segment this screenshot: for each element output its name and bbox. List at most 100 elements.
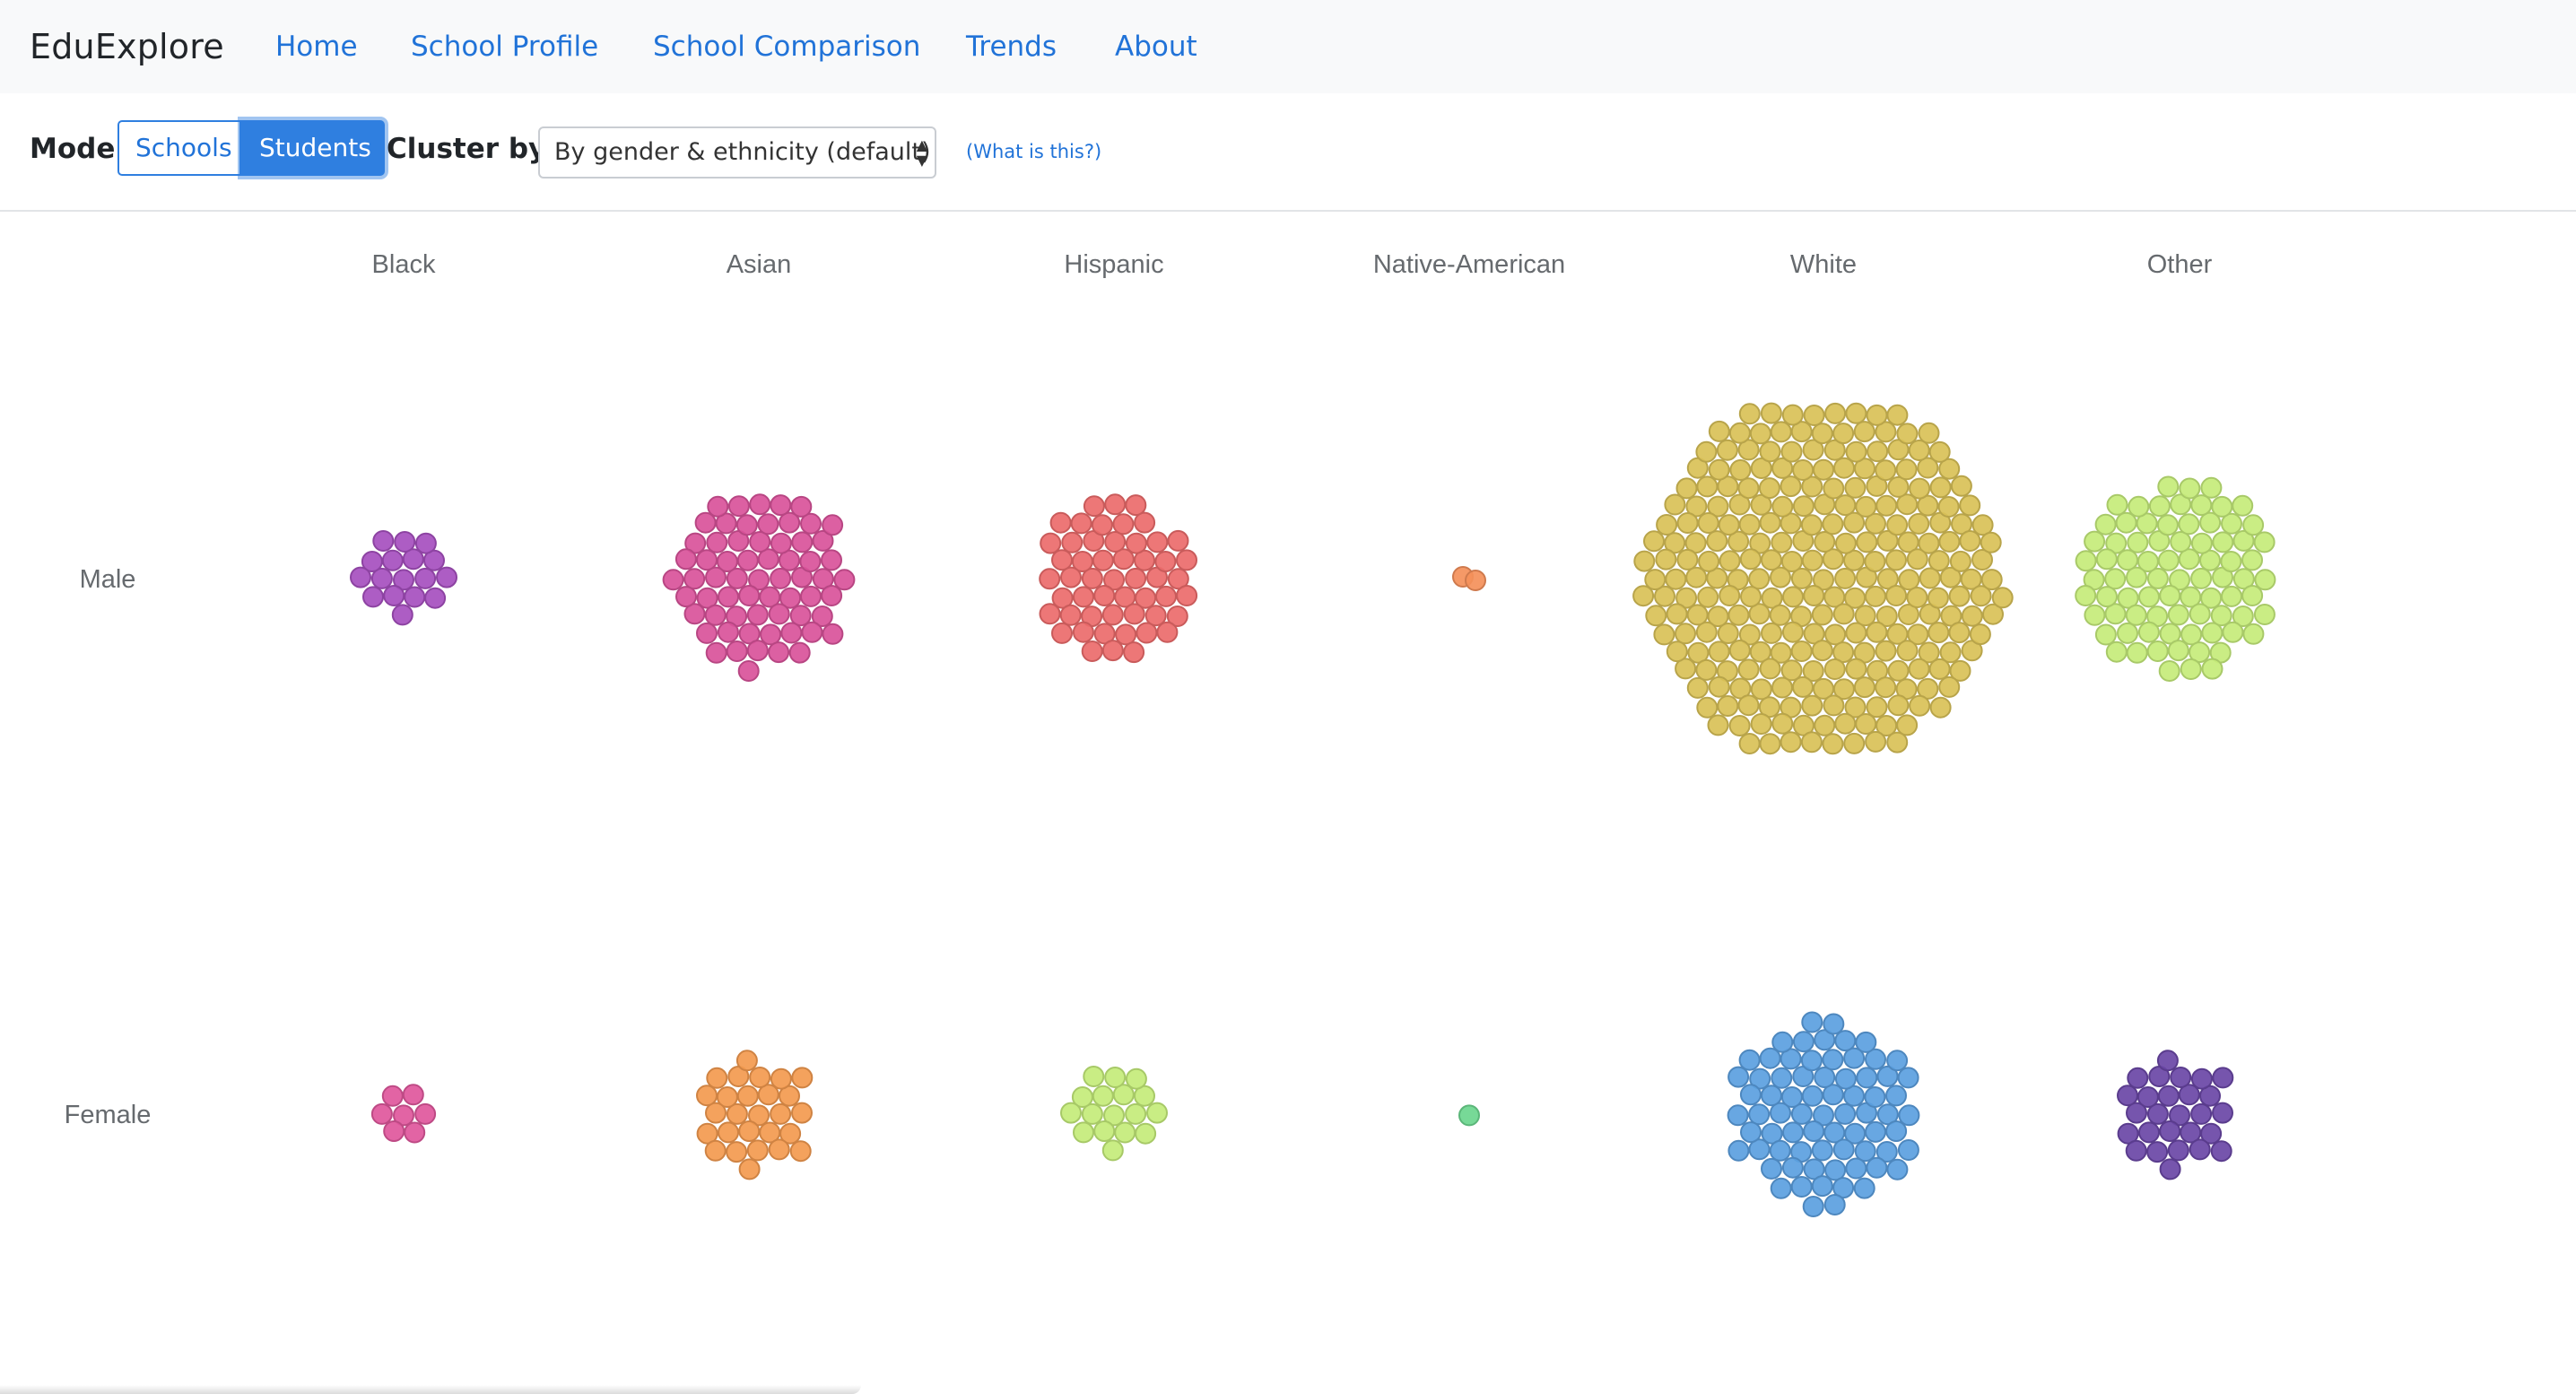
student-dot[interactable] bbox=[1834, 494, 1857, 517]
student-dot[interactable] bbox=[1081, 640, 1103, 662]
student-dot[interactable] bbox=[1738, 513, 1761, 536]
student-dot[interactable] bbox=[736, 1085, 759, 1107]
student-dot[interactable] bbox=[1906, 587, 1928, 608]
student-dot[interactable] bbox=[1969, 623, 1991, 646]
student-dot[interactable] bbox=[2075, 585, 2097, 606]
student-dot[interactable] bbox=[1834, 1102, 1857, 1125]
student-dot[interactable] bbox=[1727, 604, 1750, 626]
student-dot[interactable] bbox=[2094, 623, 2117, 646]
student-dot[interactable] bbox=[2212, 1102, 2233, 1124]
student-dot[interactable] bbox=[383, 1120, 405, 1142]
student-dot[interactable] bbox=[1959, 494, 1981, 517]
student-dot[interactable] bbox=[726, 640, 748, 662]
student-dot[interactable] bbox=[2137, 621, 2160, 643]
student-dot[interactable] bbox=[1051, 549, 1073, 571]
student-dot[interactable] bbox=[370, 1102, 393, 1125]
student-dot[interactable] bbox=[1832, 1138, 1855, 1161]
student-dot[interactable] bbox=[1666, 640, 1688, 663]
student-dot[interactable] bbox=[1875, 676, 1897, 699]
student-dot[interactable] bbox=[1737, 477, 1760, 500]
student-dot[interactable] bbox=[1051, 622, 1073, 644]
student-dot[interactable] bbox=[2125, 1139, 2147, 1162]
student-dot[interactable] bbox=[1898, 1104, 1920, 1127]
student-dot[interactable] bbox=[1748, 1103, 1771, 1126]
student-dot[interactable] bbox=[791, 1067, 814, 1089]
student-dot[interactable] bbox=[1758, 477, 1780, 500]
student-dot[interactable] bbox=[424, 587, 447, 609]
student-dot[interactable] bbox=[662, 569, 684, 591]
student-dot[interactable] bbox=[726, 1141, 748, 1163]
student-dot[interactable] bbox=[2253, 531, 2276, 553]
student-dot[interactable] bbox=[1727, 1139, 1750, 1162]
student-dot[interactable] bbox=[1918, 532, 1940, 554]
cluster-female-black[interactable] bbox=[370, 1084, 437, 1144]
student-dot[interactable] bbox=[2210, 1140, 2232, 1163]
student-dot[interactable] bbox=[1740, 1121, 1762, 1144]
student-dot[interactable] bbox=[1686, 604, 1709, 626]
student-dot[interactable] bbox=[1750, 678, 1772, 701]
student-dot[interactable] bbox=[1834, 1067, 1857, 1090]
student-dot[interactable] bbox=[1834, 712, 1857, 735]
student-dot[interactable] bbox=[1896, 640, 1919, 662]
student-dot[interactable] bbox=[1823, 1013, 1845, 1035]
student-dot[interactable] bbox=[1155, 585, 1177, 607]
student-dot[interactable] bbox=[1792, 459, 1815, 481]
student-dot[interactable] bbox=[2159, 1120, 2181, 1142]
student-dot[interactable] bbox=[2232, 494, 2254, 517]
student-dot[interactable] bbox=[1908, 658, 1930, 680]
student-dot[interactable] bbox=[1123, 603, 1145, 625]
cluster-female-white[interactable] bbox=[1727, 1011, 1920, 1217]
student-dot[interactable] bbox=[1760, 402, 1782, 424]
student-dot[interactable] bbox=[1653, 623, 1675, 646]
cluster-female-other[interactable] bbox=[2117, 1050, 2234, 1181]
nav-about[interactable]: About bbox=[1115, 27, 1197, 66]
student-dot[interactable] bbox=[1855, 1031, 1877, 1053]
student-dot[interactable] bbox=[1061, 531, 1083, 553]
student-dot[interactable] bbox=[738, 585, 761, 606]
student-dot[interactable] bbox=[704, 1139, 727, 1162]
student-dot[interactable] bbox=[1114, 1121, 1136, 1144]
student-dot[interactable] bbox=[1811, 1175, 1833, 1198]
student-dot[interactable] bbox=[2170, 531, 2192, 553]
student-dot[interactable] bbox=[1696, 696, 1719, 719]
student-dot[interactable] bbox=[1865, 730, 1887, 753]
student-dot[interactable] bbox=[683, 568, 706, 590]
student-dot[interactable] bbox=[1790, 640, 1813, 662]
student-dot[interactable] bbox=[2127, 1067, 2149, 1089]
student-dot[interactable] bbox=[1749, 423, 1771, 445]
student-dot[interactable] bbox=[1814, 714, 1836, 736]
student-dot[interactable] bbox=[1656, 514, 1678, 536]
student-dot[interactable] bbox=[1759, 440, 1781, 463]
student-dot[interactable] bbox=[1771, 531, 1793, 553]
cluster-male-hispanic[interactable] bbox=[1039, 493, 1198, 664]
student-dot[interactable] bbox=[1834, 532, 1857, 554]
student-dot[interactable] bbox=[1093, 1120, 1116, 1142]
student-dot[interactable] bbox=[2190, 1067, 2213, 1090]
student-dot[interactable] bbox=[1136, 622, 1158, 644]
student-dot[interactable] bbox=[2104, 568, 2127, 590]
student-dot[interactable] bbox=[2212, 531, 2234, 553]
student-dot[interactable] bbox=[1867, 440, 1889, 463]
student-dot[interactable] bbox=[738, 1120, 761, 1142]
student-dot[interactable] bbox=[1864, 551, 1886, 572]
student-dot[interactable] bbox=[1908, 512, 1930, 535]
student-dot[interactable] bbox=[1697, 512, 1719, 534]
student-dot[interactable] bbox=[1929, 696, 1952, 719]
student-dot[interactable] bbox=[1801, 1011, 1823, 1033]
student-dot[interactable] bbox=[718, 586, 739, 608]
student-dot[interactable] bbox=[2180, 658, 2202, 680]
student-dot[interactable] bbox=[2095, 548, 2118, 571]
student-dot[interactable] bbox=[404, 1121, 426, 1144]
student-dot[interactable] bbox=[1980, 531, 2002, 553]
student-dot[interactable] bbox=[1070, 512, 1092, 535]
student-dot[interactable] bbox=[1991, 587, 2014, 609]
student-dot[interactable] bbox=[718, 1121, 739, 1144]
student-dot[interactable] bbox=[2156, 1050, 2179, 1072]
student-dot[interactable] bbox=[1759, 658, 1781, 680]
student-dot[interactable] bbox=[1938, 675, 1961, 698]
student-dot[interactable] bbox=[1154, 551, 1177, 572]
student-dot[interactable] bbox=[736, 549, 759, 571]
student-dot[interactable] bbox=[1853, 421, 1875, 443]
student-dot[interactable] bbox=[1782, 586, 1804, 608]
student-dot[interactable] bbox=[2167, 604, 2189, 626]
